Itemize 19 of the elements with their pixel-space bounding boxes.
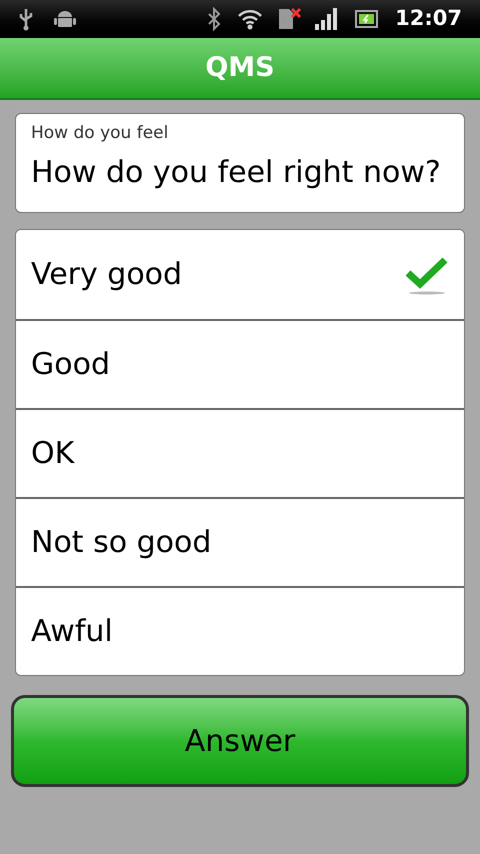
usb-icon bbox=[18, 7, 34, 31]
android-icon bbox=[54, 8, 76, 30]
sim-card-icon bbox=[277, 7, 304, 31]
answer-button[interactable]: Answer bbox=[11, 695, 469, 787]
question-label: How do you feel bbox=[31, 122, 170, 145]
question-text: How do you feel right now? bbox=[31, 154, 442, 192]
option-label: Good bbox=[31, 346, 111, 384]
wifi-icon bbox=[237, 8, 264, 30]
signal-icon bbox=[315, 8, 340, 30]
option-label: Awful bbox=[31, 613, 114, 651]
option-row[interactable]: Awful bbox=[16, 586, 464, 675]
option-label: Very good bbox=[31, 256, 184, 294]
status-time: 12:07 bbox=[395, 5, 462, 32]
option-label: Not so good bbox=[31, 524, 212, 562]
checkmark-icon bbox=[405, 254, 449, 294]
bluetooth-icon bbox=[207, 7, 222, 31]
app-title: QMS bbox=[205, 50, 275, 85]
option-label: OK bbox=[31, 435, 76, 473]
battery-icon bbox=[355, 10, 380, 28]
